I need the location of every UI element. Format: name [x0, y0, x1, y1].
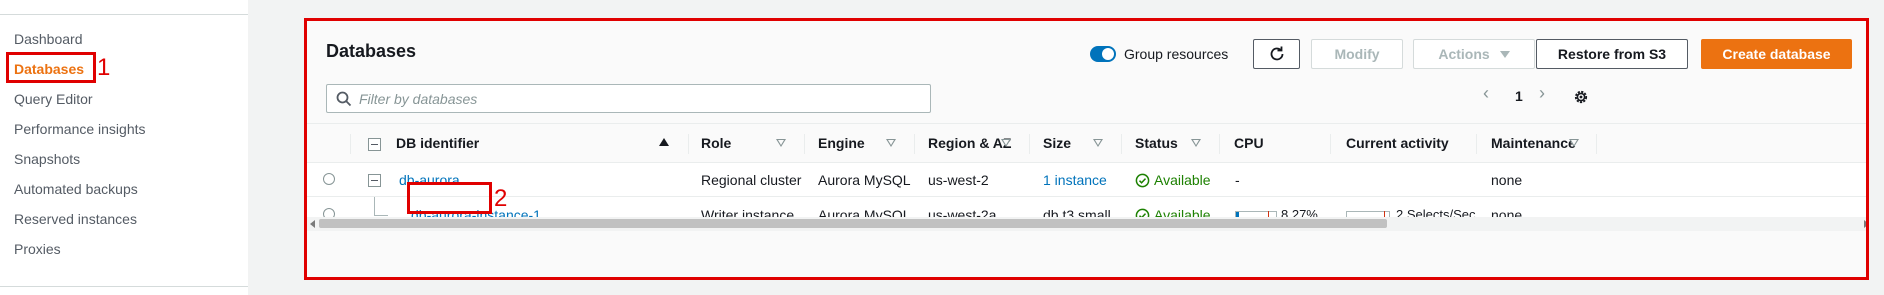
- annotation-number-2: 2: [494, 185, 508, 212]
- header-region-az[interactable]: Region & AZ: [928, 135, 1011, 151]
- collapse-row-icon[interactable]: [368, 174, 381, 187]
- column-separator: [350, 134, 351, 154]
- sort-icon[interactable]: [1001, 139, 1011, 147]
- sidebar-item-reserved-instances[interactable]: Reserved instances: [14, 209, 137, 229]
- filter-databases-input[interactable]: [359, 89, 919, 109]
- header-role[interactable]: Role: [701, 135, 731, 151]
- scrollbar-thumb[interactable]: [319, 219, 1387, 228]
- restore-from-s3-button[interactable]: Restore from S3: [1536, 39, 1688, 69]
- sidebar-item-proxies[interactable]: Proxies: [14, 239, 61, 259]
- page-number[interactable]: 1: [1515, 88, 1523, 104]
- sidebar-divider: [0, 286, 248, 287]
- group-resources-label: Group resources: [1124, 46, 1229, 62]
- header-engine[interactable]: Engine: [818, 135, 865, 151]
- column-separator: [1330, 134, 1331, 154]
- sidebar-divider: [0, 14, 248, 15]
- collapse-all-icon[interactable]: [368, 138, 381, 151]
- column-separator: [1121, 134, 1122, 154]
- check-circle-icon: [1135, 173, 1150, 188]
- actions-button[interactable]: Actions: [1413, 39, 1535, 69]
- gear-icon[interactable]: [1573, 89, 1589, 105]
- column-separator: [914, 134, 915, 154]
- annotation-box-2: [407, 182, 492, 214]
- previous-page-icon[interactable]: ‹: [1483, 83, 1489, 104]
- sort-icon[interactable]: [1191, 139, 1201, 147]
- page-title: Databases: [326, 41, 417, 61]
- engine-cell: Aurora MySQL: [818, 172, 911, 188]
- modify-button[interactable]: Modify: [1311, 39, 1403, 69]
- scroll-right-icon[interactable]: [1864, 220, 1866, 228]
- cpu-cell: -: [1235, 172, 1240, 188]
- sidebar-item-automated-backups[interactable]: Automated backups: [14, 179, 138, 199]
- sort-icon[interactable]: [886, 139, 896, 147]
- header-maintenance[interactable]: Maintenance: [1491, 135, 1576, 151]
- size-link[interactable]: 1 instance: [1043, 172, 1107, 188]
- region-cell: us-west-2: [928, 172, 989, 188]
- refresh-icon: [1270, 46, 1283, 61]
- table-header: DB identifier Role Engine Region & AZ Si…: [307, 123, 1866, 163]
- status-cell: Available: [1135, 172, 1211, 188]
- column-separator: [804, 134, 805, 154]
- column-separator: [1596, 134, 1597, 154]
- maintenance-cell: none: [1491, 172, 1523, 188]
- refresh-button[interactable]: [1253, 39, 1300, 69]
- search-icon: [336, 91, 352, 107]
- sidebar-item-dashboard[interactable]: Dashboard: [14, 29, 83, 49]
- status-text: Available: [1154, 172, 1211, 188]
- column-separator: [1219, 134, 1220, 154]
- sidebar-item-snapshots[interactable]: Snapshots: [14, 149, 80, 169]
- sort-ascending-icon[interactable]: [659, 138, 669, 146]
- sort-icon[interactable]: [1569, 139, 1579, 147]
- header-db-identifier[interactable]: DB identifier: [396, 135, 479, 151]
- toggle-knob: [1102, 48, 1114, 60]
- tree-line: [374, 197, 375, 215]
- sort-icon[interactable]: [1093, 139, 1103, 147]
- caret-down-icon: [1499, 50, 1510, 58]
- header-status[interactable]: Status: [1135, 135, 1178, 151]
- group-resources-toggle[interactable]: [1090, 46, 1116, 62]
- row-select-radio[interactable]: [323, 173, 335, 185]
- role-cell: Regional cluster: [701, 172, 802, 188]
- scroll-left-icon[interactable]: [310, 220, 315, 228]
- column-separator: [1029, 134, 1030, 154]
- filter-databases-field[interactable]: [326, 84, 931, 113]
- sidebar: Dashboard Databases Query Editor Perform…: [0, 0, 248, 295]
- annotation-number-1: 1: [97, 54, 111, 81]
- header-size[interactable]: Size: [1043, 135, 1071, 151]
- sidebar-item-query-editor[interactable]: Query Editor: [14, 89, 93, 109]
- column-separator: [688, 134, 689, 154]
- table-row[interactable]: db-aurora Regional cluster Aurora MySQL …: [307, 163, 1866, 197]
- annotation-box-1: [6, 52, 96, 83]
- create-database-button[interactable]: Create database: [1701, 39, 1852, 69]
- next-page-icon[interactable]: ›: [1539, 83, 1545, 104]
- sidebar-item-performance-insights[interactable]: Performance insights: [14, 119, 146, 139]
- horizontal-scrollbar[interactable]: [307, 217, 1866, 231]
- actions-label: Actions: [1438, 46, 1490, 62]
- header-cpu: CPU: [1234, 135, 1264, 151]
- tree-line: [374, 215, 388, 216]
- databases-panel: Databases Group resources Modify Actions…: [304, 18, 1869, 280]
- sort-icon[interactable]: [776, 139, 786, 147]
- column-separator: [1476, 134, 1477, 154]
- header-current-activity: Current activity: [1346, 135, 1449, 151]
